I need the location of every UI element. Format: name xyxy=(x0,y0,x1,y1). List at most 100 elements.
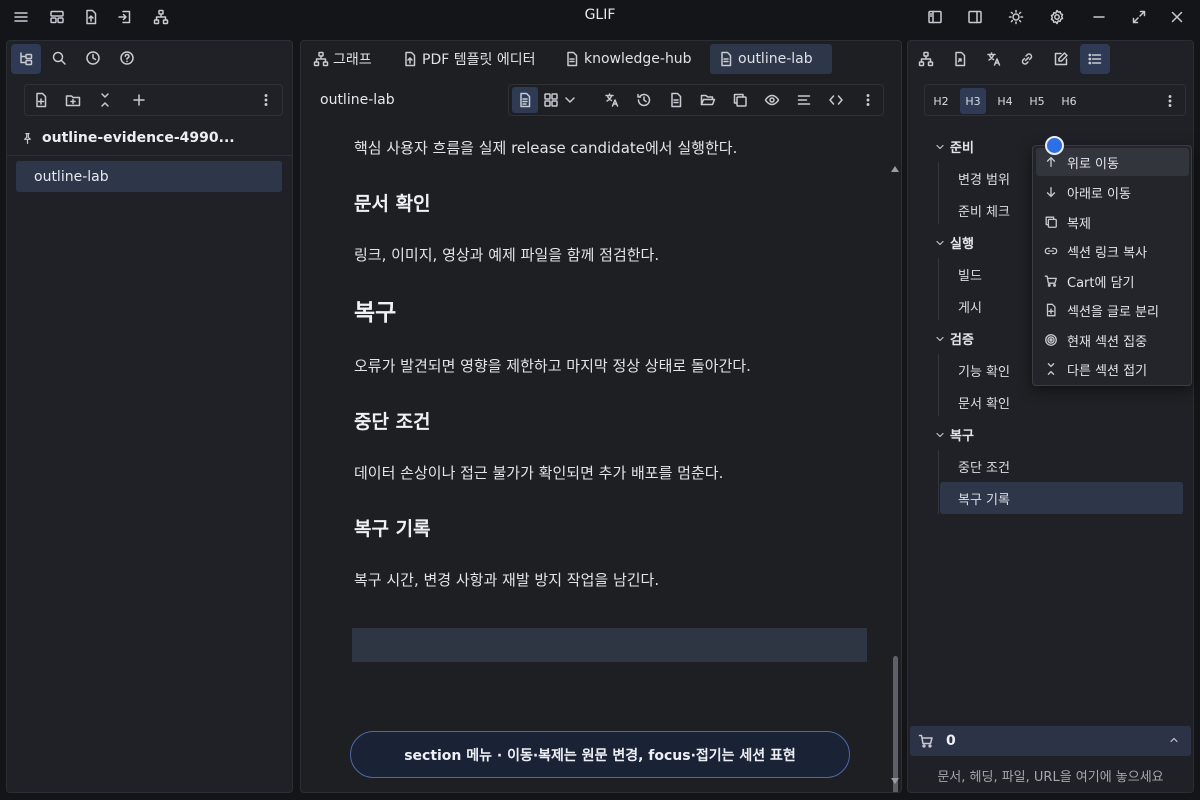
tab-outline-lab[interactable]: outline-lab xyxy=(710,44,832,74)
chevron-down-icon[interactable] xyxy=(560,87,580,113)
paragraph[interactable]: 링크, 이미지, 영상과 예제 파일을 함께 점검한다. xyxy=(354,244,659,265)
preview-eye-icon[interactable] xyxy=(759,87,785,113)
outline-section-execute[interactable]: 실행 xyxy=(934,233,974,252)
tab-knowledge-hub[interactable]: knowledge-hub xyxy=(556,44,700,74)
more-options-icon[interactable] xyxy=(1157,88,1183,114)
heading-4[interactable]: 복구 기록 xyxy=(354,514,431,541)
empty-block-selection[interactable] xyxy=(352,628,867,662)
code-icon[interactable] xyxy=(823,87,849,113)
copy-icon[interactable] xyxy=(727,87,753,113)
workspace-title[interactable]: outline-evidence-4990... xyxy=(21,130,235,146)
translate-icon[interactable] xyxy=(599,87,625,113)
tab-pdf-template-editor[interactable]: PDF 템플릿 에디터 xyxy=(394,44,543,74)
scroll-up-arrow-icon[interactable] xyxy=(891,166,899,172)
theme-sun-icon[interactable] xyxy=(1004,5,1028,29)
menu-item-label: 섹션 링크 복사 xyxy=(1067,245,1148,261)
vertical-scrollbar-thumb[interactable] xyxy=(893,656,898,792)
document-view-icon[interactable] xyxy=(512,87,538,113)
menu-item-label: 현재 섹션 집중 xyxy=(1067,334,1148,350)
paragraph[interactable]: 오류가 발견되면 영향을 제한하고 마지막 정상 상태로 돌아간다. xyxy=(354,355,751,376)
title-bar: GLIF xyxy=(0,0,1200,34)
paragraph[interactable]: 데이터 손상이나 접근 불가가 확인되면 추가 배포를 멈춘다. xyxy=(354,462,723,483)
menu-item-copy-section-link[interactable]: 섹션 링크 복사 xyxy=(1036,237,1189,265)
heading-level-h3[interactable]: H3 xyxy=(960,88,986,114)
file-link-icon[interactable] xyxy=(945,44,975,74)
heading-4[interactable]: 문서 확인 xyxy=(354,189,431,216)
arrow-down-icon xyxy=(1044,185,1058,199)
paragraph[interactable]: 복구 시간, 변경 사항과 재발 방지 작업을 남긴다. xyxy=(354,569,659,590)
close-icon[interactable] xyxy=(1165,5,1189,29)
translate-icon[interactable] xyxy=(979,44,1009,74)
toggle-right-panel-icon[interactable] xyxy=(963,5,987,29)
outline-section-prepare[interactable]: 준비 xyxy=(934,137,974,156)
paragraph[interactable]: 핵심 사용자 흐름을 실제 release candidate에서 실행한다. xyxy=(354,137,737,158)
menu-icon[interactable] xyxy=(9,5,33,29)
outline-item[interactable]: 변경 범위 xyxy=(958,169,1010,188)
cart-bar[interactable]: 0 xyxy=(910,726,1191,756)
outline-section-label: 검증 xyxy=(950,333,974,348)
link-icon[interactable] xyxy=(1012,44,1042,74)
align-left-icon[interactable] xyxy=(791,87,817,113)
outline-item[interactable]: 게시 xyxy=(958,297,982,316)
outline-section-verify[interactable]: 검증 xyxy=(934,329,974,348)
outline-item-active[interactable]: 복구 기록 xyxy=(958,489,1010,508)
import-icon[interactable] xyxy=(113,5,137,29)
heading-3[interactable]: 복구 xyxy=(354,293,396,327)
maximize-icon[interactable] xyxy=(1127,5,1151,29)
new-folder-icon[interactable] xyxy=(59,86,87,114)
outline-item[interactable]: 준비 체크 xyxy=(958,201,1010,220)
new-file-icon[interactable] xyxy=(27,86,55,114)
file-tree-icon[interactable] xyxy=(11,44,41,74)
heading-level-h5[interactable]: H5 xyxy=(1024,88,1050,114)
search-icon[interactable] xyxy=(45,44,73,72)
menu-item-label: 위로 이동 xyxy=(1067,156,1119,172)
graph-icon[interactable] xyxy=(911,44,941,74)
scroll-down-arrow-icon[interactable] xyxy=(891,778,899,784)
file-text-icon[interactable] xyxy=(663,87,689,113)
more-options-icon[interactable] xyxy=(252,86,280,114)
folder-open-icon[interactable] xyxy=(695,87,721,113)
graph-icon[interactable] xyxy=(149,5,173,29)
heading-level-h4[interactable]: H4 xyxy=(992,88,1018,114)
collapse-all-icon[interactable] xyxy=(91,86,119,114)
settings-gear-icon[interactable] xyxy=(1045,5,1069,29)
cart-icon xyxy=(918,733,934,749)
layout-template-icon[interactable] xyxy=(45,5,69,29)
tree-guide xyxy=(938,354,939,416)
menu-item-collapse-others[interactable]: 다른 섹션 접기 xyxy=(1036,355,1189,383)
outline-list-icon[interactable] xyxy=(1080,44,1110,74)
editor-content[interactable]: 핵심 사용자 흐름을 실제 release candidate에서 실행한다. … xyxy=(301,125,901,792)
menu-item-focus-section[interactable]: 현재 섹션 집중 xyxy=(1036,326,1189,354)
history-icon[interactable] xyxy=(631,87,657,113)
outline-item[interactable]: 빌드 xyxy=(958,265,982,284)
menu-item-add-to-cart[interactable]: Cart에 담기 xyxy=(1036,267,1189,295)
file-export-icon xyxy=(402,51,418,67)
pin-icon xyxy=(21,132,34,145)
menu-item-move-down[interactable]: 아래로 이동 xyxy=(1036,178,1189,206)
outline-item[interactable]: 중단 조건 xyxy=(958,457,1010,476)
outline-section-recover[interactable]: 복구 xyxy=(934,425,974,444)
minimize-icon[interactable] xyxy=(1087,5,1111,29)
chevron-up-icon[interactable] xyxy=(1168,734,1180,746)
toggle-left-panel-icon[interactable] xyxy=(923,5,947,29)
file-toolbar xyxy=(24,84,283,116)
cart-drop-zone[interactable]: 문서, 헤딩, 파일, URL을 여기에 놓으세요 xyxy=(908,766,1193,785)
menu-item-split-section[interactable]: 섹션을 글로 분리 xyxy=(1036,296,1189,324)
document-title: outline-lab xyxy=(320,92,395,108)
menu-item-duplicate[interactable]: 복제 xyxy=(1036,208,1189,236)
menu-item-label: 다른 섹션 접기 xyxy=(1067,363,1148,379)
document-list-item[interactable]: outline-lab xyxy=(16,161,282,192)
outline-item[interactable]: 기능 확인 xyxy=(958,361,1010,380)
heading-level-h6[interactable]: H6 xyxy=(1056,88,1082,114)
more-options-icon[interactable] xyxy=(855,87,881,113)
outline-item[interactable]: 문서 확인 xyxy=(958,393,1010,412)
arrow-up-icon xyxy=(1044,155,1058,169)
history-clock-icon[interactable] xyxy=(79,44,107,72)
heading-4[interactable]: 중단 조건 xyxy=(354,407,431,434)
add-icon[interactable] xyxy=(125,86,153,114)
tab-graph[interactable]: 그래프 xyxy=(305,44,380,74)
edit-icon[interactable] xyxy=(1046,44,1076,74)
file-upload-icon[interactable] xyxy=(79,5,103,29)
help-icon[interactable] xyxy=(113,44,141,72)
heading-level-h2[interactable]: H2 xyxy=(928,88,954,114)
